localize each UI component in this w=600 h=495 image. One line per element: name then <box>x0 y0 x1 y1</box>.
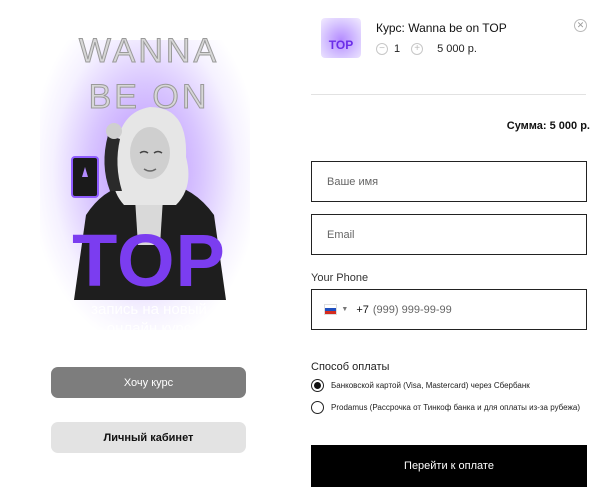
phone-label: Your Phone <box>311 272 369 284</box>
quantity-stepper: − 1 + 5 000 р. <box>376 43 477 55</box>
hero-big-word: TOP <box>72 219 226 302</box>
remove-item-icon[interactable]: ✕ <box>574 19 587 32</box>
hero-subtitle: запись на новый онлайн курс <box>0 300 298 338</box>
payment-method-label: Способ оплаты <box>311 361 390 373</box>
go-to-payment-button[interactable]: Перейти к оплате <box>311 445 587 487</box>
phone-input[interactable] <box>372 303 586 316</box>
personal-cabinet-button[interactable]: Личный кабинет <box>51 422 246 453</box>
minus-icon[interactable]: − <box>376 43 388 55</box>
payment-option-prodamus[interactable]: Prodamus (Рассрочка от Тинкоф банка и дл… <box>311 401 580 414</box>
payment-option-label: Банковской картой (Visa, Mastercard) чер… <box>331 381 530 390</box>
phone-field[interactable]: ▼ +7 <box>311 289 587 330</box>
name-field[interactable] <box>311 161 587 202</box>
cart-item-price: 5 000 р. <box>437 43 477 55</box>
cart-divider <box>311 94 586 95</box>
payment-option-sberbank[interactable]: Банковской картой (Visa, Mastercard) чер… <box>311 379 530 392</box>
cart-item-title: Курс: Wanna be on TOP <box>376 21 507 35</box>
want-course-button[interactable]: Хочу курс <box>51 367 246 398</box>
hero-subtitle-line2: онлайн курс <box>106 320 192 337</box>
cart-total: Сумма: 5 000 р. <box>506 120 590 132</box>
hero-subtitle-line1: запись на новый <box>91 301 207 318</box>
checkout-panel: TOP Курс: Wanna be on TOP − 1 + 5 000 р.… <box>298 0 600 495</box>
payment-option-label: Prodamus (Рассрочка от Тинкоф банка и дл… <box>331 403 580 412</box>
plus-icon[interactable]: + <box>411 43 424 55</box>
russia-flag-icon[interactable] <box>324 304 338 315</box>
radio-selected[interactable] <box>311 379 324 392</box>
course-thumbnail-text: TOP <box>328 38 354 52</box>
email-field[interactable] <box>311 214 587 255</box>
email-input[interactable] <box>327 228 586 241</box>
quantity-value: 1 <box>394 43 401 55</box>
phone-dial-code: +7 <box>356 303 369 316</box>
promo-panel: WANNA BE ON TOP запись на новый онлайн к… <box>0 0 298 495</box>
name-input[interactable] <box>327 175 586 188</box>
radio-unselected[interactable] <box>311 401 324 414</box>
chevron-down-icon[interactable]: ▼ <box>341 306 348 313</box>
course-thumbnail: TOP <box>321 18 361 58</box>
hero-title-line1: WANNA <box>78 32 220 71</box>
